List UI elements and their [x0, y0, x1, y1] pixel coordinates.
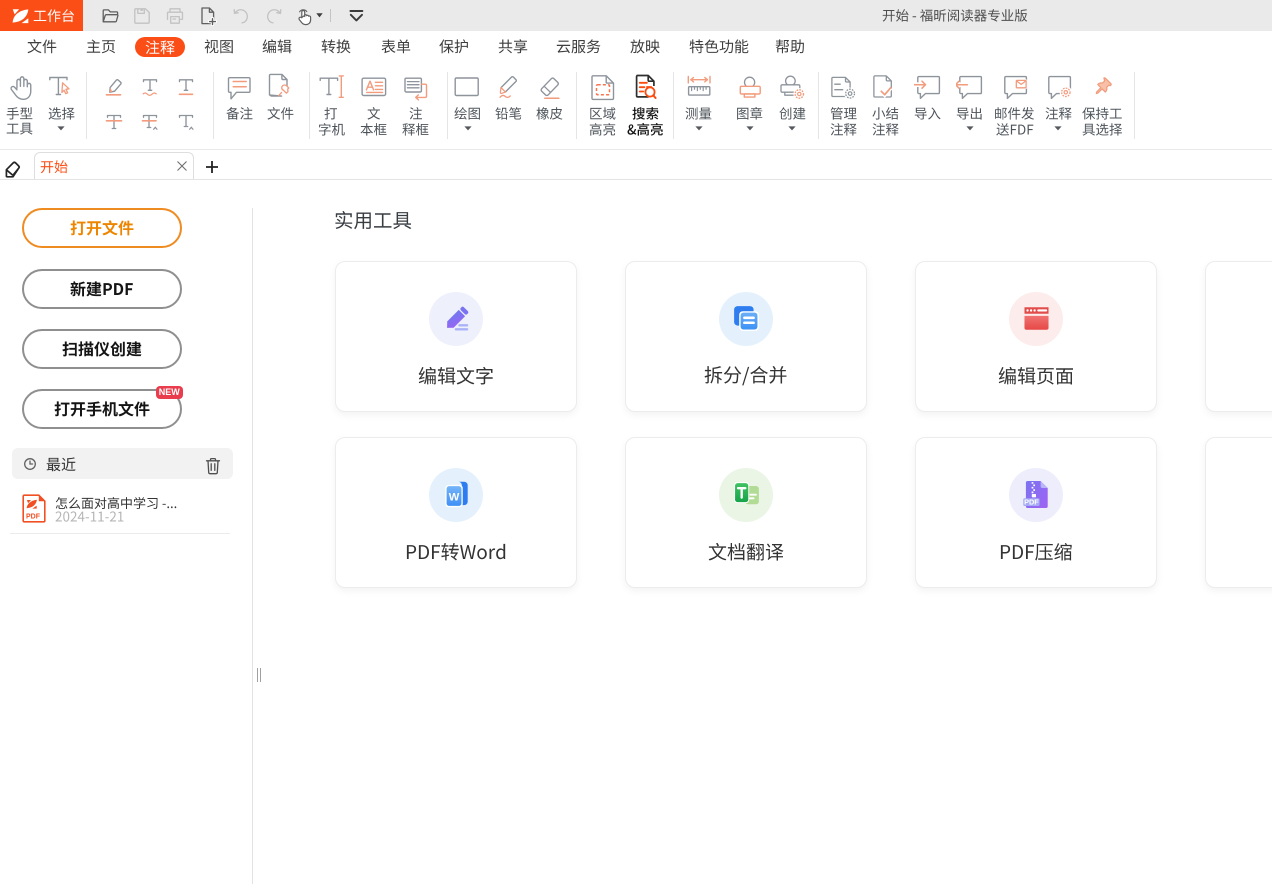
svg-text:PDF: PDF	[1024, 497, 1039, 506]
svg-text:W: W	[448, 492, 459, 504]
svg-text:PDF: PDF	[26, 514, 41, 521]
